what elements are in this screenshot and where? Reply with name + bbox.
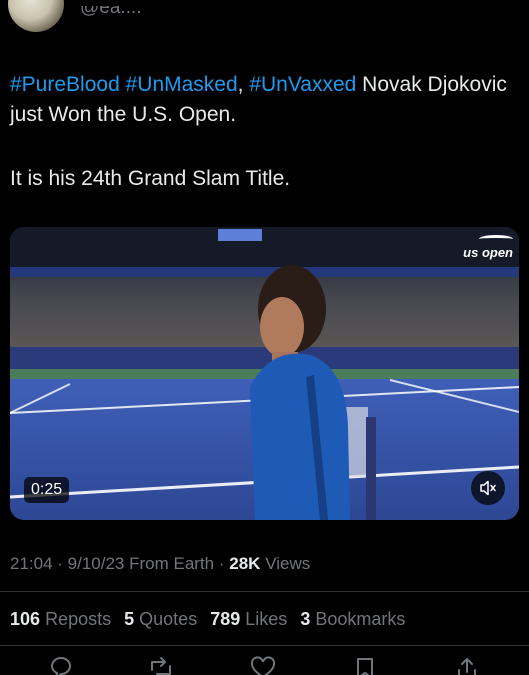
action-bar xyxy=(0,656,529,675)
tweet-line-2: It is his 24th Grand Slam Title. xyxy=(10,167,291,190)
us-open-logo: us open xyxy=(463,235,513,260)
views-count: 28K xyxy=(229,554,261,573)
bookmark-icon[interactable] xyxy=(348,656,382,675)
reply-icon[interactable] xyxy=(44,656,78,675)
likes-stat[interactable]: 789 Likes xyxy=(210,609,287,629)
us-open-logo-mark xyxy=(479,235,513,243)
author-handle[interactable]: @ea.... xyxy=(80,6,142,20)
views-label: Views xyxy=(265,554,311,573)
video-duration: 0:25 xyxy=(24,477,70,503)
video-frame xyxy=(10,227,519,520)
share-icon[interactable] xyxy=(450,656,484,675)
reposts-stat[interactable]: 106 Reposts xyxy=(10,609,111,629)
hashtag-pureblood[interactable]: #PureBlood xyxy=(10,73,120,96)
tweet-meta: 21:04 · 9/10/23 From Earth · 28K Views xyxy=(10,554,311,573)
like-icon[interactable] xyxy=(246,656,280,675)
divider xyxy=(0,645,529,646)
speaker-muted-icon[interactable] xyxy=(471,471,505,505)
tweet-time[interactable]: 21:04 xyxy=(10,554,53,573)
video-player[interactable]: us open 0:25 xyxy=(10,227,519,520)
tweet-text: #PureBlood #UnMasked, #UnVaxxed Novak Dj… xyxy=(10,70,510,194)
hashtag-unmasked[interactable]: #UnMasked xyxy=(126,73,238,96)
tweet-date[interactable]: 9/10/23 xyxy=(68,554,125,573)
bookmarks-stat[interactable]: 3 Bookmarks xyxy=(300,609,405,629)
repost-icon[interactable] xyxy=(144,656,178,675)
divider xyxy=(0,591,529,592)
engagement-stats: 106 Reposts 5 Quotes 789 Likes 3 Bookmar… xyxy=(10,608,413,630)
hashtag-unvaxxed[interactable]: #UnVaxxed xyxy=(249,73,356,96)
tweet-source: From Earth xyxy=(129,554,215,573)
quotes-stat[interactable]: 5 Quotes xyxy=(124,609,197,629)
avatar[interactable] xyxy=(8,0,64,32)
